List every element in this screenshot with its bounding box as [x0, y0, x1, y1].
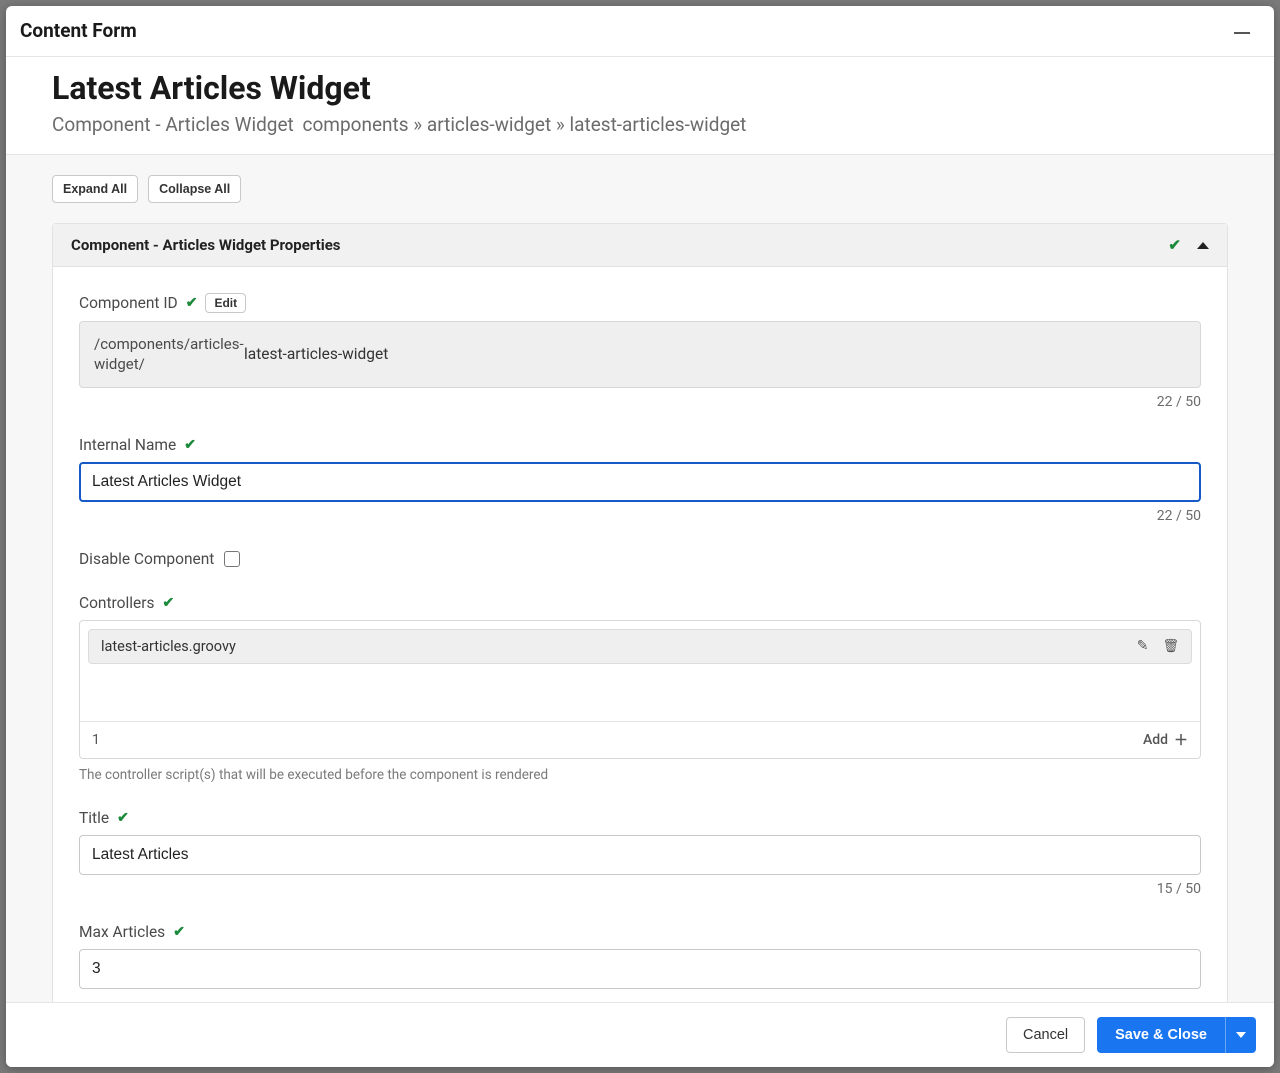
dialog-header: Content Form	[6, 6, 1274, 57]
delete-icon[interactable]	[1162, 638, 1179, 654]
controllers-helper: The controller script(s) that will be ex…	[79, 767, 1201, 783]
collapse-all-button[interactable]: Collapse All	[148, 175, 241, 203]
breadcrumb: components » articles-widget » latest-ar…	[303, 113, 747, 136]
edit-icon[interactable]	[1137, 638, 1149, 654]
controllers-label: Controllers	[79, 594, 155, 612]
component-id-value: latest-articles-widget	[244, 345, 388, 363]
properties-section: Component - Articles Widget Properties ✔…	[52, 223, 1228, 1002]
title-count: 15 / 50	[79, 881, 1201, 897]
section-body: Component ID ✔ Edit /components/articles…	[53, 267, 1227, 1002]
internal-name-label: Internal Name	[79, 436, 176, 454]
page-meta: Component - Articles Widget components »…	[52, 113, 1228, 136]
controllers-footer: 1 Add ＋	[80, 721, 1200, 758]
section-header[interactable]: Component - Articles Widget Properties ✔	[53, 224, 1227, 267]
field-disable-component: Disable Component	[79, 550, 1201, 568]
chevron-up-icon[interactable]	[1197, 242, 1209, 249]
title-label: Title	[79, 809, 109, 827]
check-icon: ✔	[163, 595, 175, 611]
field-internal-name: Internal Name ✔ 22 / 50	[79, 436, 1201, 524]
component-id-box: /components/articles-widget/ latest-arti…	[79, 321, 1201, 388]
max-articles-input[interactable]	[79, 949, 1201, 989]
cancel-button[interactable]: Cancel	[1006, 1017, 1085, 1053]
max-articles-label: Max Articles	[79, 923, 165, 941]
dialog-footer: Cancel Save & Close	[6, 1002, 1274, 1067]
add-controller-button[interactable]: Add ＋	[1143, 730, 1188, 750]
internal-name-count: 22 / 50	[79, 508, 1201, 524]
chevron-down-icon	[1236, 1032, 1246, 1038]
edit-component-id-button[interactable]: Edit	[205, 293, 246, 313]
page-title: Latest Articles Widget	[52, 69, 1228, 107]
component-id-prefix: /components/articles-widget/	[94, 334, 244, 375]
expand-all-button[interactable]: Expand All	[52, 175, 138, 203]
disable-component-checkbox[interactable]	[224, 551, 240, 567]
add-label: Add	[1143, 732, 1168, 748]
content-form-dialog: Content Form Latest Articles Widget Comp…	[6, 6, 1274, 1067]
minimize-button[interactable]	[1228, 16, 1256, 44]
field-component-id: Component ID ✔ Edit /components/articles…	[79, 293, 1201, 410]
dialog-title: Content Form	[20, 19, 137, 42]
controller-name: latest-articles.groovy	[101, 638, 236, 655]
check-icon: ✔	[186, 295, 198, 311]
plus-icon: ＋	[1174, 730, 1188, 750]
disable-component-label: Disable Component	[79, 550, 214, 568]
expand-collapse-toolbar: Expand All Collapse All	[52, 175, 1228, 203]
field-controllers: Controllers ✔ latest-articles.groovy	[79, 594, 1201, 783]
controllers-box: latest-articles.groovy 1 Add	[79, 620, 1201, 759]
title-input[interactable]	[79, 835, 1201, 875]
controller-row[interactable]: latest-articles.groovy	[88, 629, 1192, 664]
component-id-label: Component ID	[79, 294, 178, 312]
save-close-button[interactable]: Save & Close	[1097, 1017, 1225, 1053]
component-id-count: 22 / 50	[79, 394, 1201, 410]
check-icon: ✔	[117, 810, 129, 826]
controllers-list: latest-articles.groovy	[80, 621, 1200, 721]
component-type: Component - Articles Widget	[52, 113, 294, 136]
form-body[interactable]: Expand All Collapse All Component - Arti…	[6, 155, 1274, 1002]
field-title: Title ✔ 15 / 50	[79, 809, 1201, 897]
section-valid-icon: ✔	[1168, 236, 1181, 254]
save-close-dropdown[interactable]	[1225, 1017, 1256, 1053]
minimize-icon	[1234, 32, 1250, 34]
save-close-group: Save & Close	[1097, 1017, 1256, 1053]
check-icon: ✔	[184, 437, 196, 453]
content-header: Latest Articles Widget Component - Artic…	[6, 57, 1274, 155]
check-icon: ✔	[173, 924, 185, 940]
section-title: Component - Articles Widget Properties	[71, 236, 341, 254]
internal-name-input[interactable]	[79, 462, 1201, 502]
controllers-count: 1	[92, 732, 100, 748]
field-max-articles: Max Articles ✔	[79, 923, 1201, 989]
